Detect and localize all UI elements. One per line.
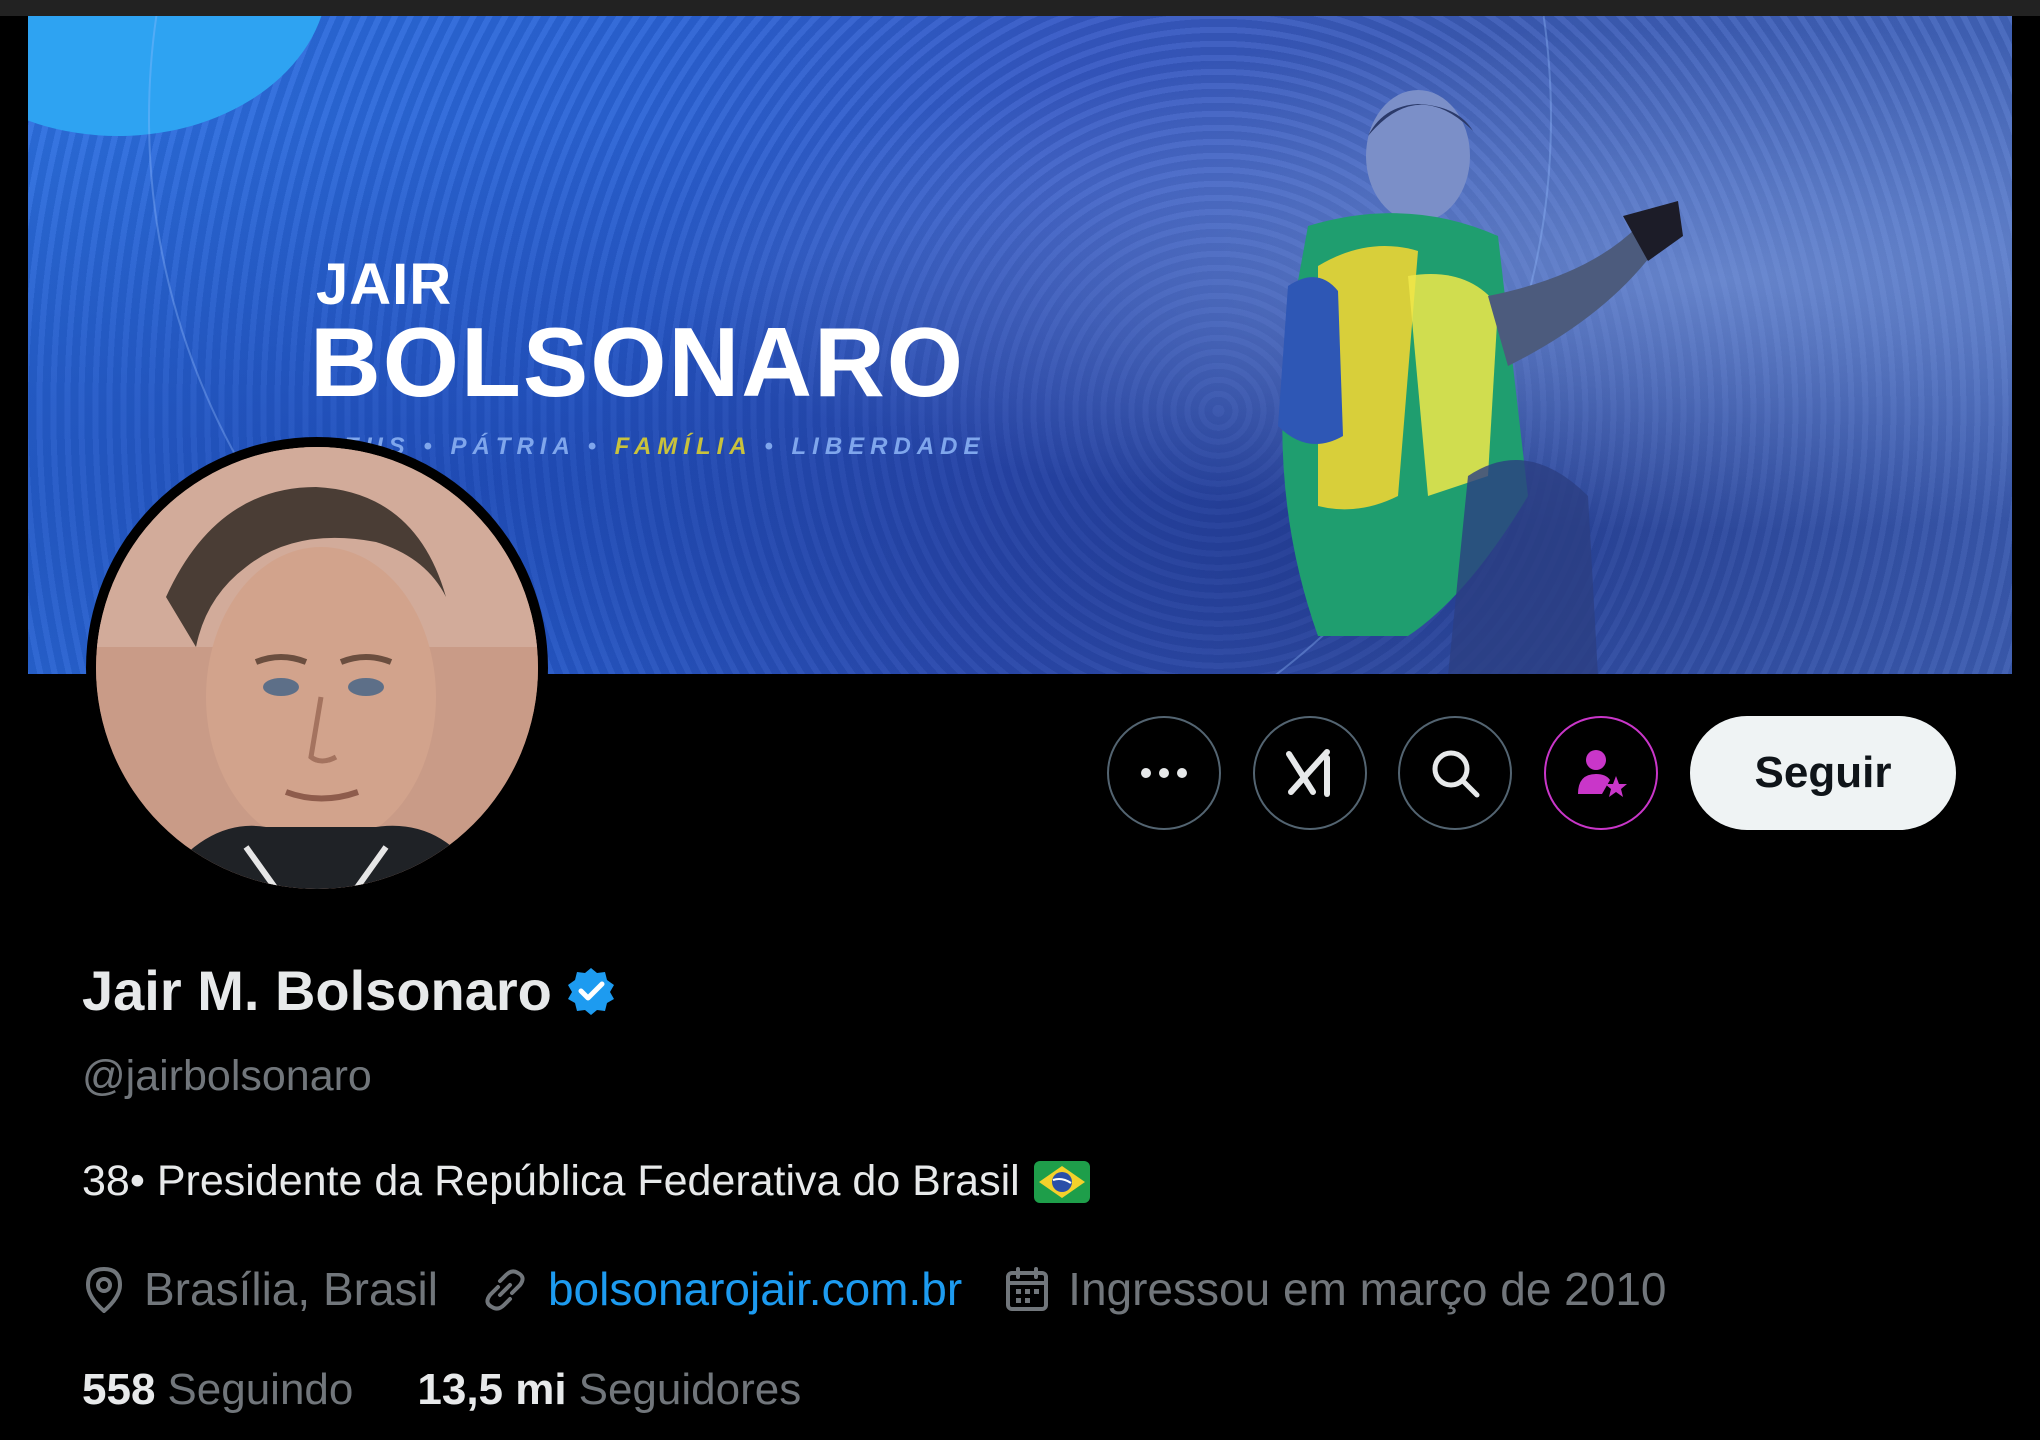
follow-button[interactable]: Seguir bbox=[1690, 716, 1956, 830]
profile-avatar[interactable] bbox=[86, 437, 548, 899]
grok-icon bbox=[1286, 749, 1330, 797]
joined-item: Ingressou em março de 2010 bbox=[1004, 1262, 1667, 1316]
bio-text: 38• Presidente da República Federativa d… bbox=[82, 1157, 1020, 1205]
search-profile-button[interactable] bbox=[1398, 716, 1512, 830]
profile-stats: 558 Seguindo 13,5 mi Seguidores bbox=[82, 1365, 865, 1415]
profile-bio: 38• Presidente da República Federativa d… bbox=[82, 1157, 1090, 1206]
search-icon bbox=[1432, 750, 1480, 798]
followers-count: 13,5 mi bbox=[417, 1365, 567, 1414]
more-button[interactable] bbox=[1107, 716, 1221, 830]
banner-slogan: DEUS • PÁTRIA • FAMÍLIA • LIBERDADE bbox=[320, 433, 986, 461]
joined-text: Ingressou em março de 2010 bbox=[1068, 1263, 1667, 1315]
following-label: Seguindo bbox=[167, 1365, 354, 1414]
profile-name-row: Jair M. Bolsonaro bbox=[82, 958, 616, 1023]
followers-link[interactable]: 13,5 mi Seguidores bbox=[417, 1365, 801, 1415]
slogan-word: FAMÍLIA bbox=[614, 433, 752, 460]
subscribe-button[interactable] bbox=[1544, 716, 1658, 830]
profile-meta: Brasília, Brasil bolsonarojair.com.br In… bbox=[82, 1262, 1709, 1316]
profile-name: Jair M. Bolsonaro bbox=[82, 959, 552, 1022]
avatar-photo bbox=[96, 447, 538, 889]
slogan-word: PÁTRIA bbox=[450, 433, 575, 460]
more-icon bbox=[1141, 768, 1187, 778]
location-item: Brasília, Brasil bbox=[82, 1262, 438, 1316]
banner-person-with-flag bbox=[1278, 90, 1683, 674]
banner-title-big: BOLSONARO bbox=[310, 307, 965, 417]
followers-label: Seguidores bbox=[578, 1365, 802, 1414]
following-link[interactable]: 558 Seguindo bbox=[82, 1365, 353, 1415]
slogan-separator: • bbox=[587, 433, 602, 460]
window-top-edge bbox=[0, 0, 2040, 16]
slogan-word: LIBERDADE bbox=[791, 433, 986, 460]
profile-handle: @jairbolsonaro bbox=[82, 1052, 372, 1100]
avatar-portrait bbox=[96, 447, 538, 889]
website-link[interactable]: bolsonarojair.com.br bbox=[548, 1262, 962, 1316]
location-pin-icon bbox=[85, 1266, 123, 1313]
brazil-flag-icon bbox=[1033, 1160, 1090, 1203]
location-text: Brasília, Brasil bbox=[144, 1263, 438, 1315]
website-item: bolsonarojair.com.br bbox=[480, 1262, 962, 1316]
calendar-icon bbox=[1006, 1267, 1049, 1311]
verified-badge-icon[interactable] bbox=[566, 966, 616, 1016]
profile-page: JAIR BOLSONARO DEUS • PÁTRIA • FAMÍLIA •… bbox=[0, 0, 2040, 1440]
slogan-separator: • bbox=[423, 433, 438, 460]
following-count: 558 bbox=[82, 1365, 156, 1414]
slogan-separator: • bbox=[764, 433, 779, 460]
subscribe-icon bbox=[1578, 750, 1627, 797]
grok-button[interactable] bbox=[1253, 716, 1367, 830]
link-icon bbox=[485, 1269, 525, 1311]
